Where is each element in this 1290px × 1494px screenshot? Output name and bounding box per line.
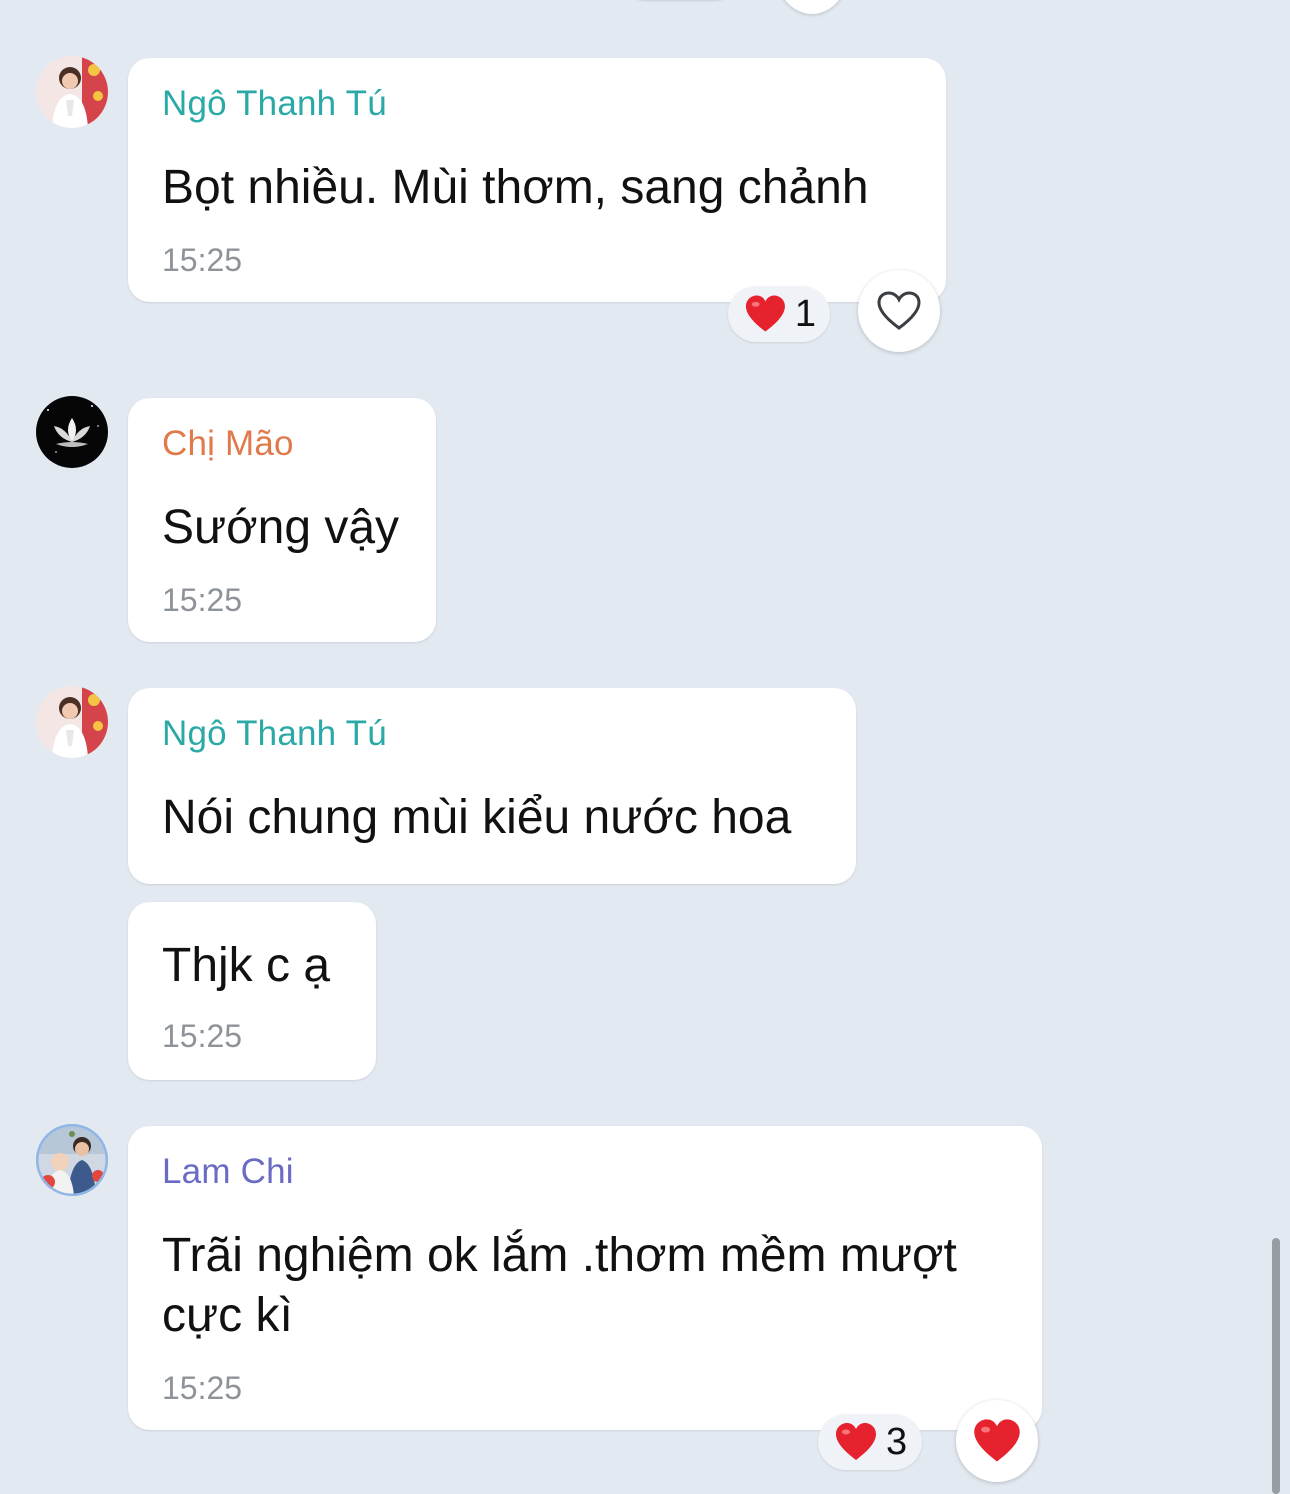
chat-message-list[interactable]: Ngô Thanh Tú Bọt nhiều. Mùi thơm, sang c… [0,0,1290,1494]
heart-outline-icon [877,291,921,330]
reaction-count: 1 [794,292,816,335]
avatar-ngo-thanh-tu[interactable] [36,56,108,128]
message-text: Trãi nghiệm ok lắm .thơm mềm mượt cực kì [162,1229,957,1342]
reaction-summary[interactable]: 3 [818,1414,922,1470]
reaction-summary[interactable]: 1 [728,286,830,342]
heart-filled-icon [974,1419,1020,1462]
message-timestamp: 15:25 [162,582,243,618]
sender-name[interactable]: Ngô Thanh Tú [162,84,387,124]
avatar-lam-chi[interactable] [36,1124,108,1196]
sender-name[interactable]: Ngô Thanh Tú [162,714,387,754]
heart-emoji-icon [745,295,785,332]
message-text: Bọt nhiều. Mùi thơm, sang chảnh [162,161,869,214]
heart-emoji-icon [836,1423,876,1460]
react-button[interactable] [858,270,940,352]
sender-name[interactable]: Chị Mão [162,424,294,464]
sender-name[interactable]: Lam Chi [162,1152,294,1192]
message-text: Thjk c ạ [162,939,331,992]
message-bubble[interactable]: Ngô Thanh Tú Nói chung mùi kiểu nước hoa [128,688,856,884]
message-timestamp: 15:25 [162,242,243,278]
message-bubble[interactable]: Ngô Thanh Tú Bọt nhiều. Mùi thơm, sang c… [128,58,946,302]
message-text: Sướng vậy [162,501,400,554]
avatar-ngo-thanh-tu[interactable] [36,686,108,758]
message-text: Nói chung mùi kiểu nước hoa [162,791,792,844]
message-bubble[interactable]: Chị Mão Sướng vậy 15:25 [128,398,436,642]
avatar-photo-icon [36,686,108,758]
message-timestamp: 15:25 [162,1018,243,1054]
avatar-photo-icon [36,56,108,128]
previous-reaction-button[interactable] [776,0,848,14]
react-button[interactable] [956,1400,1038,1482]
reaction-count: 3 [886,1420,908,1463]
message-bubble[interactable]: Lam Chi Trãi nghiệm ok lắm .thơm mềm mượ… [128,1126,1042,1430]
lotus-avatar-icon [36,396,108,468]
message-bubble[interactable]: Thjk c ạ 15:25 [128,902,376,1080]
scrollbar[interactable] [1272,1238,1280,1494]
message-timestamp: 15:25 [162,1370,243,1406]
avatar-chi-mao[interactable] [36,396,108,468]
avatar-photo-icon [36,1124,108,1196]
